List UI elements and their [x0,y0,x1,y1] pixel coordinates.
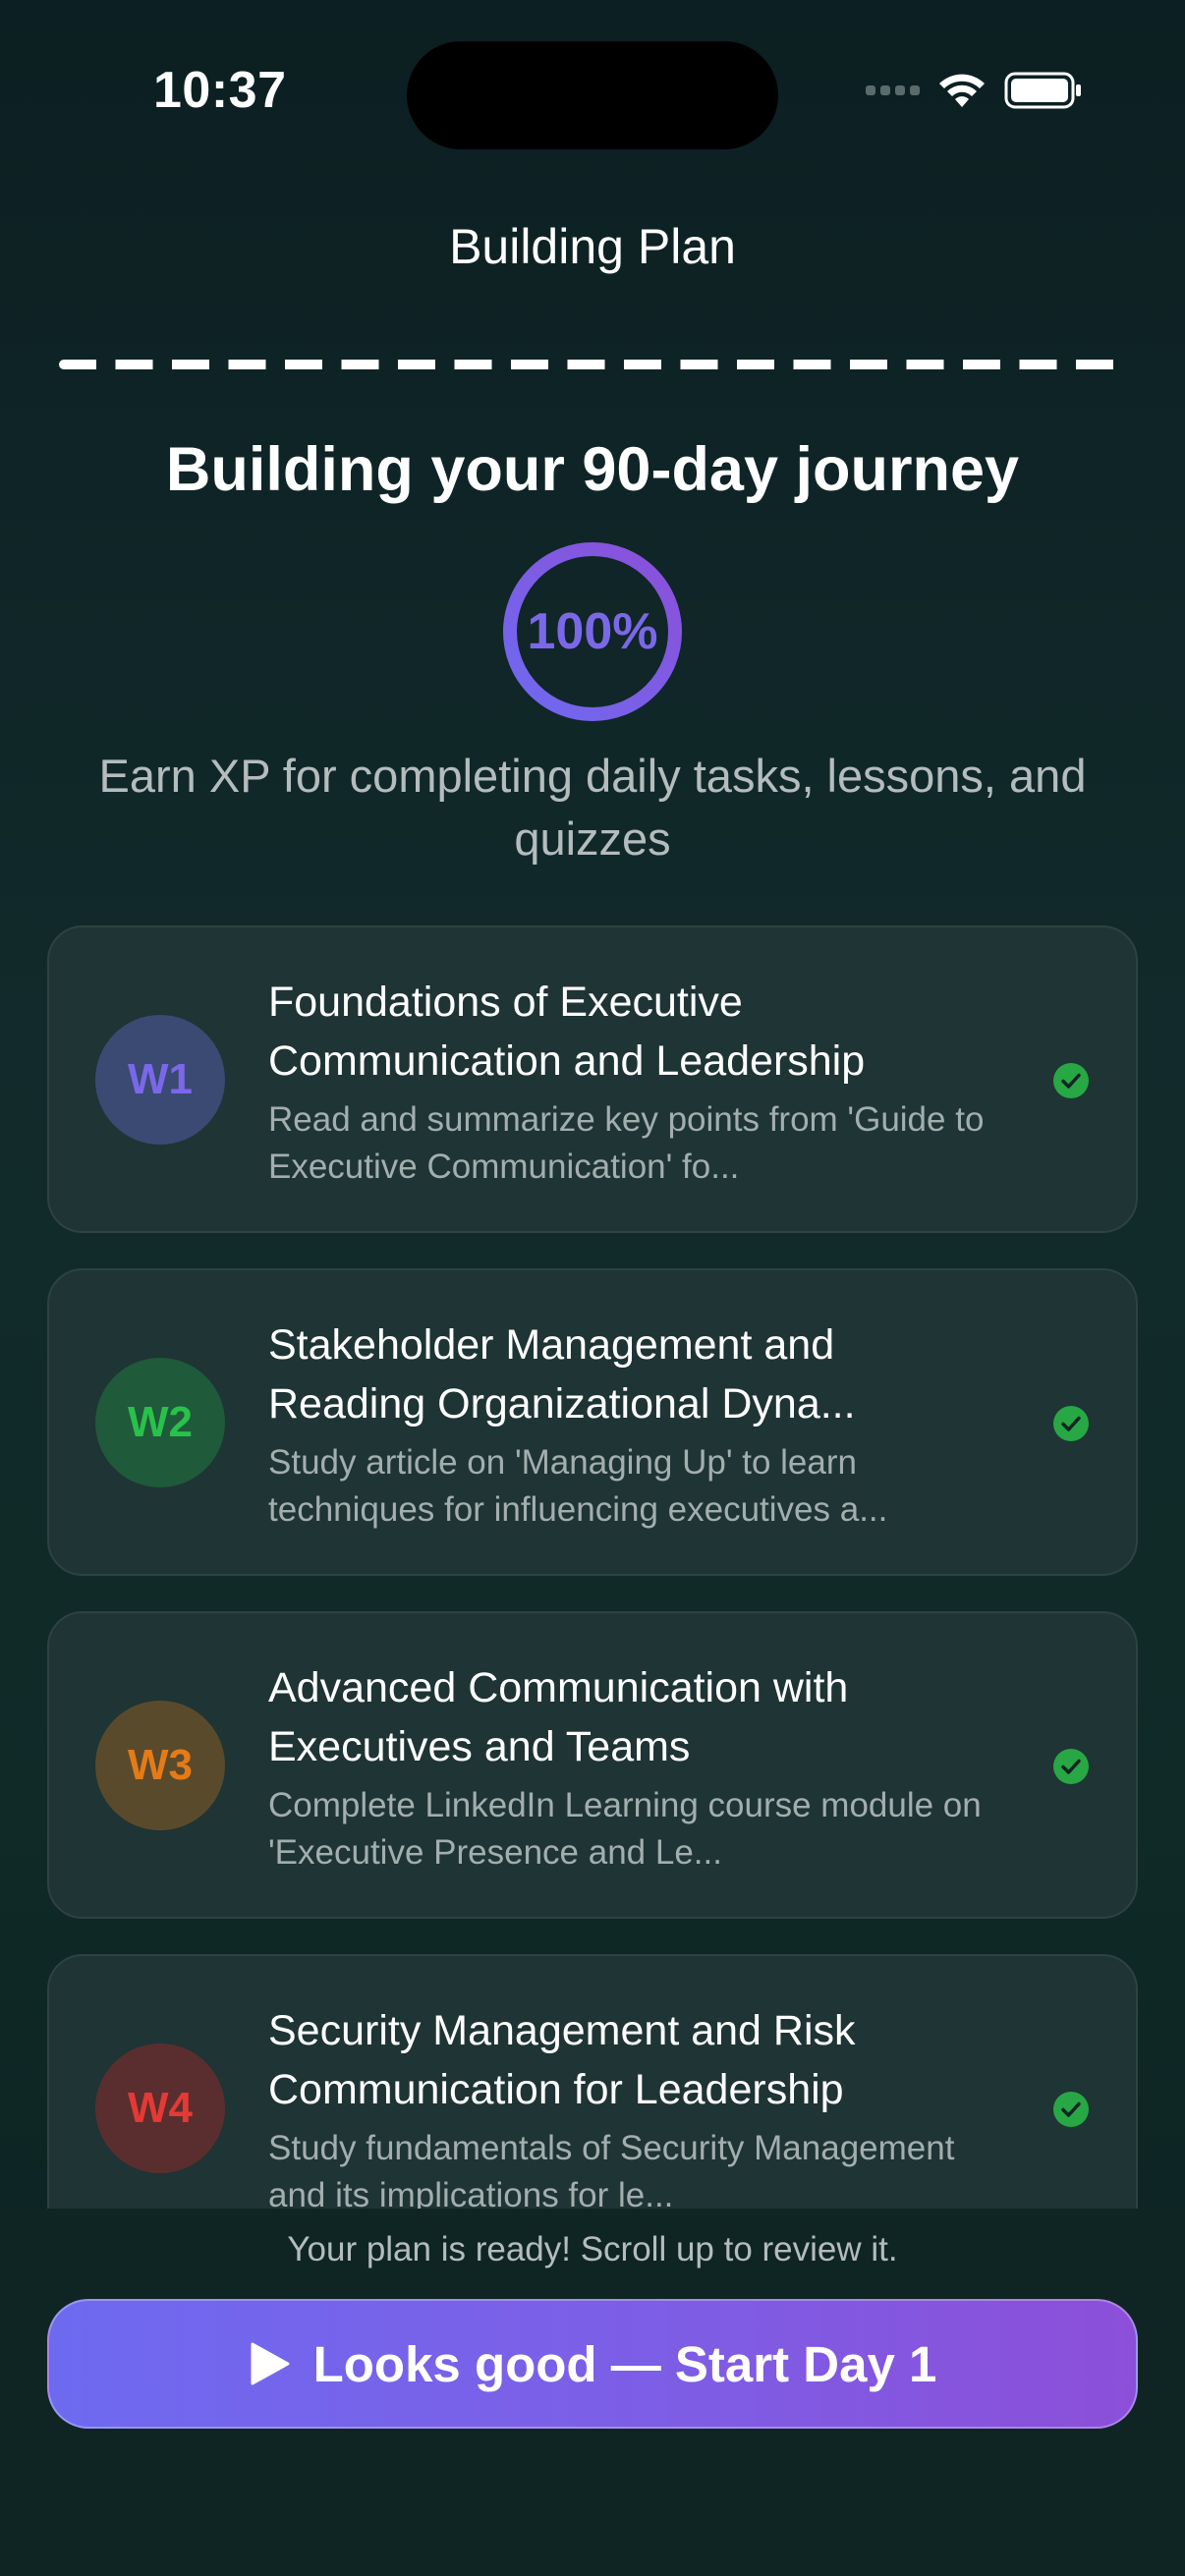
status-time: 10:37 [153,62,287,119]
battery-icon [1004,72,1081,109]
week-badge: W2 [95,1358,225,1487]
cellular-signal-icon [866,85,920,95]
check-circle-icon [1053,1063,1089,1098]
week-description: Read and summarize key points from 'Guid… [268,1100,985,1186]
week-title: Security Management and Risk Communicati… [268,2007,856,2113]
dynamic-island [407,41,778,149]
wifi-icon [939,74,985,107]
check-circle-icon [1053,2092,1089,2127]
week-badge: W3 [95,1701,225,1830]
dashed-divider [59,360,1126,369]
week-title: Stakeholder Management and Reading Organ… [268,1321,856,1428]
plan-ready-text: Your plan is ready! Scroll up to review … [287,2230,898,2268]
check-circle-icon [1053,1406,1089,1441]
week-list[interactable]: W1 Foundations of Executive Communicatio… [0,914,1185,2209]
week-title: Foundations of Executive Communication a… [268,979,866,1085]
week-description: Study article on 'Managing Up' to learn … [268,1443,888,1529]
play-icon [251,2342,290,2385]
week-card-4[interactable]: W4 Security Management and Risk Communic… [47,1954,1138,2209]
week-card-1[interactable]: W1 Foundations of Executive Communicatio… [47,925,1138,1233]
week-badge: W1 [95,1015,225,1145]
week-title: Advanced Communication with Executives a… [268,1664,849,1770]
start-day-1-button[interactable]: Looks good — Start Day 1 [47,2299,1138,2429]
progress-percent: 100% [527,603,658,660]
week-card-2[interactable]: W2 Stakeholder Management and Reading Or… [47,1268,1138,1576]
subtitle: Earn XP for completing daily tasks, less… [98,750,1087,865]
week-badge: W4 [95,2044,225,2173]
week-description: Complete LinkedIn Learning course module… [268,1786,982,1872]
hero-title: Building your 90-day journey [165,435,1020,504]
week-description: Study fundamentals of Security Managemen… [268,2129,955,2209]
check-circle-icon [1053,1749,1089,1784]
week-card-3[interactable]: W3 Advanced Communication with Executive… [47,1611,1138,1919]
start-button-label: Looks good — Start Day 1 [312,2335,937,2392]
status-icons [866,71,1083,110]
page-title: Building Plan [449,219,736,274]
